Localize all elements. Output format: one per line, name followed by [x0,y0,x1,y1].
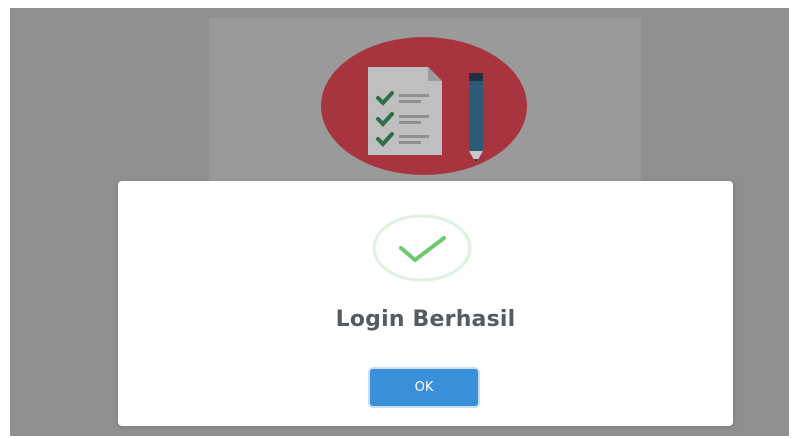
dialog-title: Login Berhasil [335,307,516,332]
success-dialog: Login Berhasil OK [118,181,733,426]
ok-button[interactable]: OK [370,369,478,406]
page-overlay: Login Berhasil OK [10,8,789,436]
checkmark-success-icon [372,214,472,282]
checklist-pencil-logo-icon [321,37,527,175]
